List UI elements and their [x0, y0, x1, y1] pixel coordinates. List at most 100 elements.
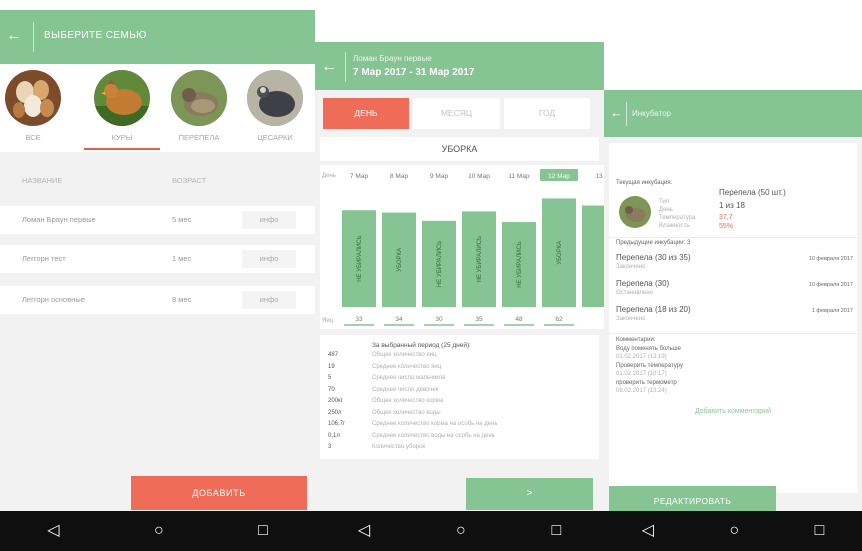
previous-incubations-label: Предыдущие инкубации: 3	[616, 240, 691, 246]
stat-label: Общее количество яиц	[372, 352, 437, 358]
family-tab-quails[interactable]: ПЕРЕПЕЛА	[168, 70, 230, 142]
family-label: ЦЕСАРКИ	[257, 133, 293, 142]
table-row[interactable]: Леггорн тест 1 мес инфо	[0, 245, 315, 273]
value-label: 34	[395, 316, 403, 323]
stat-label: Количество уборок	[372, 444, 426, 450]
family-selector: ВСЕ КУРЫ ПЕРЕПЕЛА ЦЕСАРКИ	[0, 64, 315, 152]
nav-home-icon[interactable]: ○	[729, 523, 739, 539]
incubation-name: Перепела (30)	[616, 279, 670, 288]
row-name: Леггорн основные	[22, 295, 85, 304]
nav-recents-icon[interactable]: □	[551, 523, 561, 539]
category-label: 12 Мар	[548, 173, 570, 180]
family-tab-chickens[interactable]: КУРЫ	[91, 70, 153, 142]
value-label: 48	[515, 316, 523, 323]
row-age: 5 мес	[172, 215, 192, 224]
app-bar: ← Ломан Браун первые 7 Мар 2017 - 31 Мар…	[315, 42, 604, 90]
incubation-name: Перепела (18 из 20)	[616, 305, 691, 314]
bar-label: НЕ УБИРАЛИСЬ	[517, 241, 523, 287]
screen-statistics: ← Ломан Браун первые 7 Мар 2017 - 31 Мар…	[315, 42, 604, 551]
quail-photo-icon	[619, 196, 651, 228]
app-bar: ← Инкубатор	[604, 90, 862, 137]
stat-value: 106,7г	[328, 421, 346, 427]
stat-value: 70	[328, 386, 335, 393]
nav-back-icon[interactable]: ◁	[358, 523, 370, 539]
guineafowl-photo-icon	[247, 70, 303, 126]
incubation-status: Закончено	[616, 264, 646, 270]
bar-label: НЕ УБИРАЛИСЬ	[437, 241, 443, 287]
back-arrow-icon[interactable]: ←	[610, 105, 623, 120]
tab-year[interactable]: ГОД	[504, 98, 590, 129]
table-row[interactable]: Леггорн основные 8 мес инфо	[0, 286, 315, 314]
back-arrow-icon[interactable]: ←	[6, 27, 22, 45]
appbar-divider	[626, 102, 627, 126]
page-title: ВЫБЕРИТЕ СЕМЬЮ	[44, 30, 147, 41]
value-label: 30	[435, 316, 443, 323]
add-button[interactable]: ДОБАВИТЬ	[131, 476, 307, 510]
bar-label: НЕ УБИРАЛИСЬ	[357, 235, 363, 281]
stat-value: 0,1л	[328, 432, 340, 439]
bar-label: НЕ УБИРАЛИСЬ	[477, 236, 483, 282]
y-axis-label: Яиц	[322, 318, 334, 324]
family-label: КУРЫ	[111, 133, 133, 142]
nav-recents-icon[interactable]: □	[815, 523, 825, 539]
next-button[interactable]: >	[466, 478, 593, 510]
info-button[interactable]: инфо	[242, 211, 296, 229]
current-incubation-label: Текущая инкубация:	[616, 180, 673, 186]
list-item[interactable]: Перепела (30 из 35) Закончено 10 февраля…	[609, 251, 857, 275]
day-value: 1 из 18	[719, 201, 745, 210]
family-label: ВСЕ	[25, 133, 41, 142]
nav-back-icon[interactable]: ◁	[642, 523, 654, 539]
nav-home-icon[interactable]: ○	[456, 523, 466, 539]
comment-text: Воду поменять больше	[616, 346, 681, 352]
column-age-header: ВОЗРАСТ	[172, 176, 207, 185]
back-arrow-icon[interactable]: ←	[321, 58, 337, 76]
value-label: 33	[355, 316, 363, 323]
section-title: УБОРКА	[320, 137, 599, 161]
stat-label: Общее количество корма	[372, 398, 444, 404]
category-label: 13	[595, 173, 603, 180]
appbar-divider	[33, 22, 34, 52]
stat-value: 200кг	[328, 398, 343, 404]
stat-label: Среднее число девочек	[372, 386, 439, 393]
eggs-photo-icon	[5, 70, 61, 126]
temperature-label: Температура	[659, 215, 696, 221]
nav-home-icon[interactable]: ○	[154, 523, 164, 539]
date-range: 7 Мар 2017 - 31 Мар 2017	[353, 67, 475, 78]
table-row[interactable]: Ломан Браун первые 5 мес инфо	[0, 206, 315, 234]
daily-chart: День Яиц 7 Мар НЕ УБИРАЛИСЬ 33 8 Мар УБОРКА 34 9…	[320, 165, 604, 329]
humidity-label: Влажность	[659, 223, 690, 229]
stat-value: 19	[328, 363, 335, 370]
nav-back-icon[interactable]: ◁	[47, 523, 59, 539]
incubation-card: Текущая инкубация: Перепела (50 шт.) Тип…	[609, 143, 857, 493]
row-age: 1 мес	[172, 254, 192, 263]
list-item[interactable]: Перепела (18 из 20) Закончено 1 февраля …	[609, 303, 857, 327]
stat-value: 5	[328, 375, 332, 381]
nav-recents-icon[interactable]: □	[258, 523, 268, 539]
chicken-photo-icon	[94, 70, 150, 126]
info-button[interactable]: инфо	[242, 291, 296, 309]
tab-month[interactable]: МЕСЯЦ	[413, 98, 500, 129]
bar-label: УБОРКА	[397, 248, 403, 272]
info-button[interactable]: инфо	[242, 250, 296, 268]
appbar-divider	[345, 52, 346, 82]
quail-photo-icon	[171, 70, 227, 126]
family-tab-all[interactable]: ВСЕ	[2, 70, 64, 142]
android-nav-bar: ◁ ○ □	[604, 511, 862, 551]
humidity-value: 55%	[719, 223, 734, 230]
add-comment-link[interactable]: Добавить комментарий	[609, 408, 857, 415]
bar	[582, 205, 604, 307]
family-label: ПЕРЕПЕЛА	[178, 133, 220, 142]
column-name-header: НАЗВАНИЕ	[22, 176, 63, 185]
stat-label: Среднее количество корма на особь на ден…	[372, 421, 498, 427]
stat-label: Общее количество воды	[372, 409, 441, 416]
stat-label: Среднее число мальчиков	[372, 375, 446, 381]
list-item[interactable]: Перепела (30) Остановлено 10 февраля 201…	[609, 277, 857, 301]
page-title: Инкубатор	[632, 109, 671, 118]
screen-incubator: ← Инкубатор Текущая инкубация: Перепела …	[604, 90, 862, 551]
current-incubation-name: Перепела (50 шт.)	[719, 188, 786, 197]
tab-day[interactable]: ДЕНЬ	[323, 98, 409, 129]
category-label: 11 Мар	[508, 173, 530, 180]
value-label: 62	[555, 316, 563, 323]
incubation-status: Остановлено	[616, 290, 653, 296]
family-tab-guineafowl[interactable]: ЦЕСАРКИ	[244, 70, 306, 142]
